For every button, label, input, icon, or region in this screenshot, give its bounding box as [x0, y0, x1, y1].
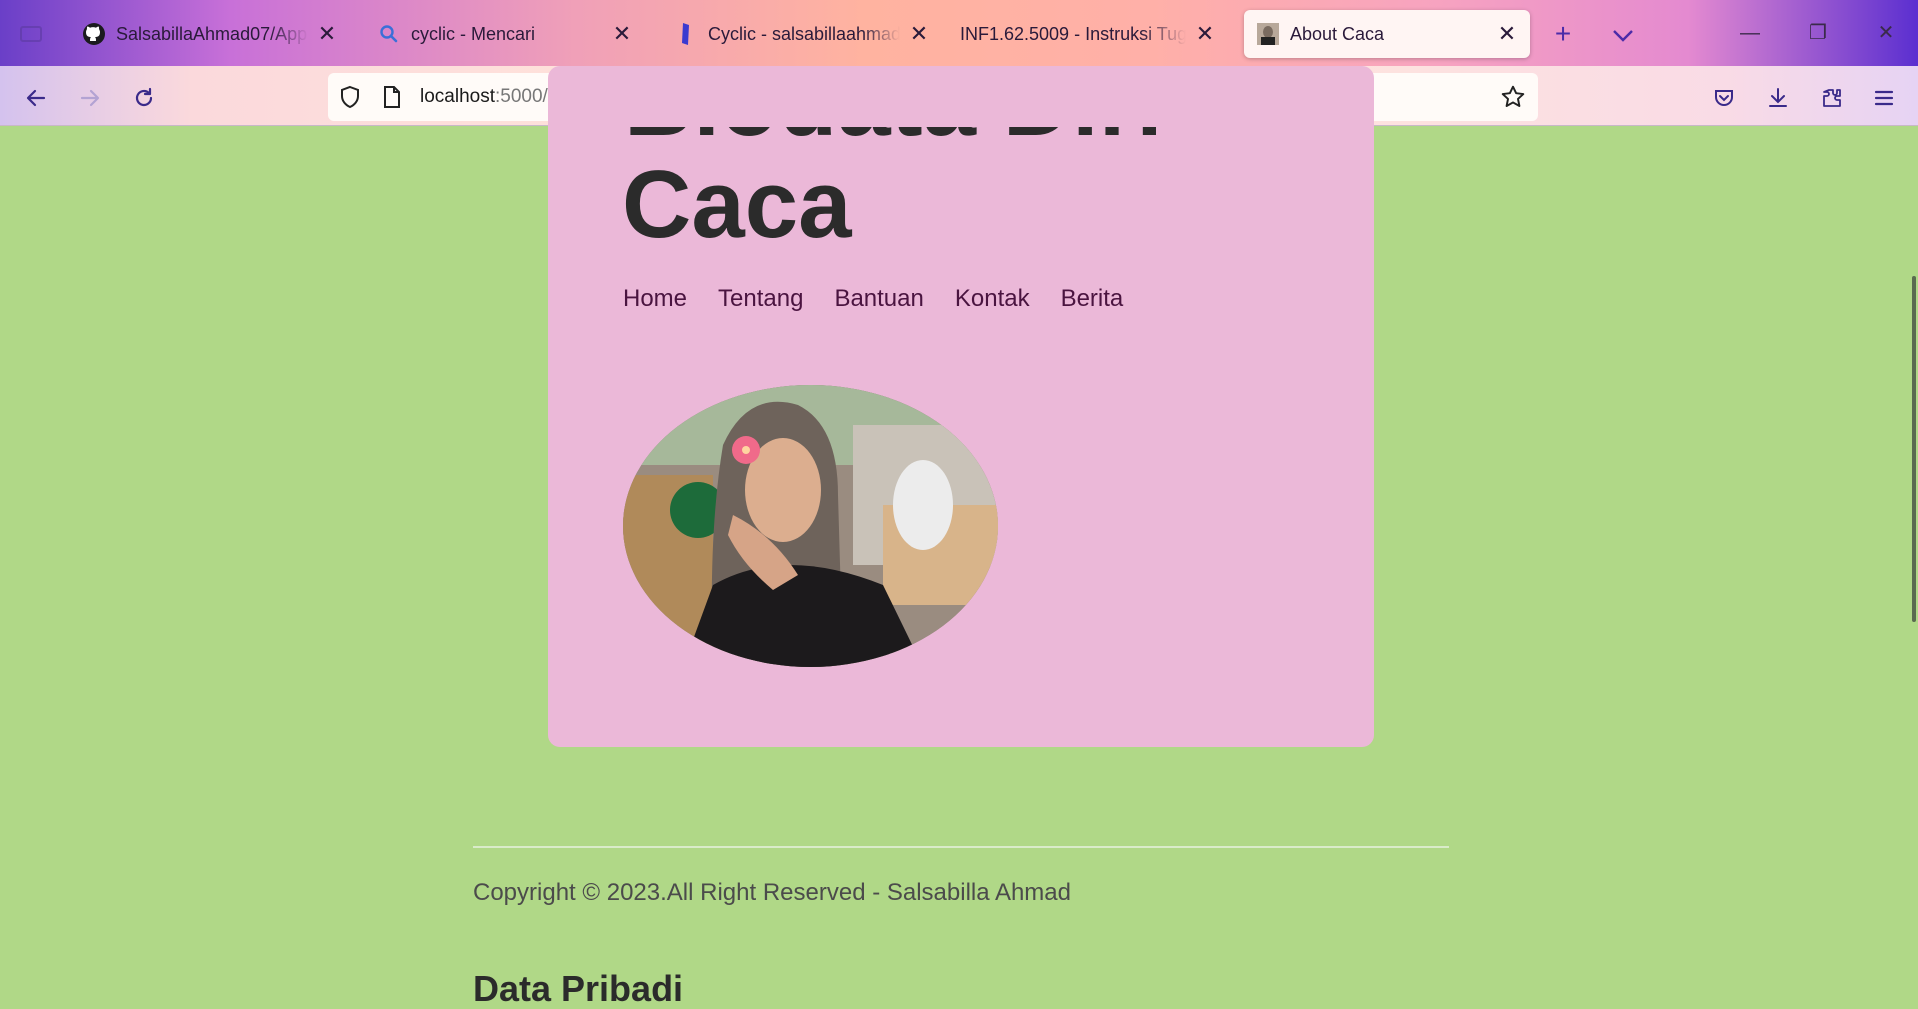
menu-bantuan[interactable]: Bantuan: [834, 285, 923, 313]
profile-photo: [623, 385, 998, 667]
tab-instruksi-tugas[interactable]: INF1.62.5009 - Instruksi Tugas ✕: [948, 10, 1228, 58]
tab-list-chevron-icon[interactable]: [1606, 18, 1640, 52]
reload-icon[interactable]: [126, 80, 162, 116]
tab-github[interactable]: SalsabillaAhmad07/Appcu ✕: [70, 10, 350, 58]
bookmark-star-icon[interactable]: [1500, 84, 1526, 115]
window-close-icon[interactable]: ✕: [1866, 16, 1906, 50]
photo-favicon-icon: [1256, 22, 1280, 46]
shield-icon[interactable]: [338, 85, 362, 114]
footer-divider: [473, 846, 1449, 848]
tab-overview-button[interactable]: [14, 20, 48, 48]
forward-arrow-icon[interactable]: [72, 80, 108, 116]
tab-cyclic-app[interactable]: Cyclic - salsabillaahmad07 ✕: [662, 10, 942, 58]
tab-close-icon[interactable]: ✕: [1496, 21, 1518, 47]
page-icon: [382, 85, 402, 114]
page-scrollbar[interactable]: [1912, 276, 1916, 622]
page-heading-partial: Biodata Diri: [624, 127, 1163, 151]
tab-bar: SalsabillaAhmad07/Appcu ✕ cyclic - Menca…: [0, 0, 1918, 66]
tab-title: About Caca: [1290, 23, 1385, 44]
back-arrow-icon[interactable]: [18, 80, 54, 116]
tab-title: cyclic - Mencari: [411, 23, 536, 44]
menu-tentang[interactable]: Tentang: [718, 285, 803, 313]
extensions-icon[interactable]: [1814, 80, 1850, 116]
tab-close-icon[interactable]: ✕: [908, 21, 930, 47]
tab-cyclic-search[interactable]: cyclic - Mencari ✕: [365, 10, 645, 58]
new-tab-icon[interactable]: +: [1546, 18, 1580, 52]
pocket-icon[interactable]: [1706, 80, 1742, 116]
page-heading: Caca: [622, 151, 852, 258]
restore-icon[interactable]: ❐: [1798, 16, 1838, 50]
menu-hamburger-icon[interactable]: [1866, 80, 1902, 116]
tab-about-caca[interactable]: About Caca ✕: [1244, 10, 1530, 58]
tab-title: INF1.62.5009 - Instruksi Tugas: [960, 23, 1186, 44]
copyright-text: Copyright © 2023.All Right Reserved - Sa…: [473, 879, 1071, 906]
download-icon[interactable]: [1760, 80, 1796, 116]
github-icon: [82, 22, 106, 46]
menu-kontak[interactable]: Kontak: [955, 285, 1030, 313]
cyclic-icon: [674, 22, 698, 46]
tab-close-icon[interactable]: ✕: [611, 21, 633, 47]
search-icon: [377, 22, 401, 46]
section-title-data-pribadi: Data Pribadi: [473, 968, 684, 1009]
tab-close-icon[interactable]: ✕: [1194, 21, 1216, 47]
minimize-icon[interactable]: —: [1730, 16, 1770, 50]
tab-close-icon[interactable]: ✕: [316, 21, 338, 47]
tab-title: SalsabillaAhmad07/Appcu: [116, 23, 308, 44]
main-menu: Home Tentang Bantuan Kontak Berita: [623, 285, 1123, 313]
menu-berita[interactable]: Berita: [1061, 285, 1124, 313]
tab-title: Cyclic - salsabillaahmad07: [708, 23, 900, 44]
menu-home[interactable]: Home: [623, 285, 687, 313]
